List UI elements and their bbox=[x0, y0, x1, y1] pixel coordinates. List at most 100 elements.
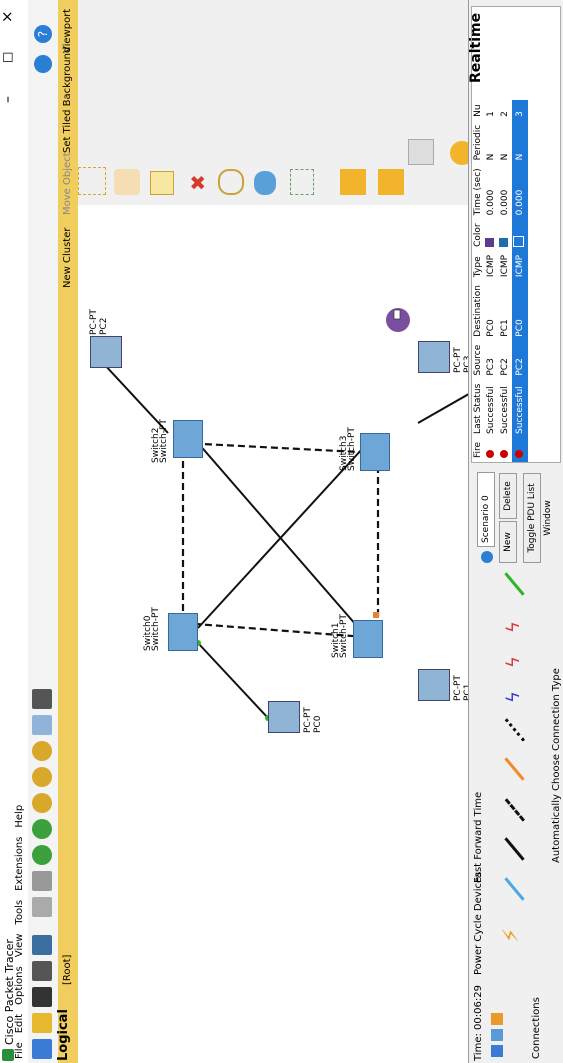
col-destination: Destination bbox=[473, 285, 483, 337]
switch0-name: Switch0 bbox=[143, 615, 153, 651]
coaxial-icon[interactable]: ϟ bbox=[503, 691, 524, 703]
table-row-selected[interactable]: Successful PC2 PC0 ICMP 0.000 N 3 bbox=[512, 100, 528, 462]
pc2-icon[interactable] bbox=[90, 336, 122, 368]
link-pc3-sw2[interactable] bbox=[417, 382, 468, 424]
open-folder-icon[interactable] bbox=[32, 1013, 52, 1033]
menu-options[interactable]: Options bbox=[14, 966, 25, 1005]
link-sw1-sw2[interactable] bbox=[197, 442, 364, 634]
switch1-type: Switch-PT bbox=[339, 614, 349, 658]
switch3-icon[interactable] bbox=[360, 433, 390, 471]
copy-icon[interactable] bbox=[32, 897, 52, 917]
fire-icon[interactable] bbox=[514, 450, 523, 458]
row-status: Successful bbox=[486, 386, 496, 434]
end-devices-icon[interactable] bbox=[491, 1029, 503, 1041]
pc0-icon[interactable] bbox=[268, 701, 300, 733]
root-label[interactable]: [Root] bbox=[62, 955, 73, 985]
viewport-button[interactable]: Viewport bbox=[62, 9, 73, 53]
octal-cable-icon[interactable] bbox=[504, 572, 525, 596]
new-file-icon[interactable] bbox=[32, 1039, 52, 1059]
set-tiled-background-button[interactable]: Set Tiled Background bbox=[62, 47, 73, 153]
menu-bar: File Edit Options View Tools Extensions Help bbox=[14, 0, 28, 1063]
new-scenario-button[interactable]: New bbox=[499, 521, 517, 563]
note-tool-icon[interactable] bbox=[150, 171, 174, 195]
row-num: 1 bbox=[486, 111, 496, 117]
switch2-icon[interactable] bbox=[173, 420, 203, 458]
switch0-type: Switch-PT bbox=[151, 607, 161, 651]
resize-shape-icon[interactable] bbox=[290, 169, 314, 195]
fire-button[interactable] bbox=[484, 438, 498, 462]
switch3-type: Switch-PT bbox=[347, 427, 357, 471]
fiber-icon[interactable] bbox=[504, 757, 525, 781]
add-simple-pdu-icon[interactable] bbox=[340, 169, 366, 195]
logical-tab[interactable]: Logical bbox=[56, 1009, 71, 1061]
pc3-icon[interactable] bbox=[418, 341, 450, 373]
scenario-info-icon[interactable] bbox=[481, 551, 493, 563]
menu-edit[interactable]: Edit bbox=[14, 1014, 25, 1033]
new-cluster-button[interactable]: New Cluster bbox=[62, 228, 73, 288]
redo-icon[interactable] bbox=[32, 819, 52, 839]
menu-extensions[interactable]: Extensions bbox=[14, 837, 25, 891]
fire-icon[interactable] bbox=[499, 450, 508, 458]
inspect-tool-icon[interactable] bbox=[218, 169, 244, 195]
pdu-table: Fire Last Status Source Destination Type… bbox=[472, 100, 528, 462]
select-tool-icon[interactable] bbox=[78, 167, 106, 195]
scenario-panel: Scenario 0 New Delete Toggle PDU List Wi… bbox=[475, 472, 555, 563]
delete-scenario-button[interactable]: Delete bbox=[499, 473, 517, 519]
help-icon[interactable]: ? bbox=[34, 25, 52, 43]
switch0-icon[interactable] bbox=[168, 613, 198, 651]
print-icon[interactable] bbox=[32, 961, 52, 981]
table-row[interactable]: Successful PC3 PC0 ICMP 0.000 N 1 bbox=[484, 100, 498, 462]
logical-workspace[interactable]: Switch-PT Switch0 Switch-PT Switch1 Swit… bbox=[78, 192, 473, 1063]
pc0-type: PC-PT bbox=[303, 707, 313, 733]
serial-dte-icon[interactable]: ϟ bbox=[503, 621, 524, 633]
fire-icon[interactable] bbox=[485, 450, 494, 458]
network-devices-icon[interactable] bbox=[491, 1045, 503, 1057]
zoom-in-icon[interactable] bbox=[32, 793, 52, 813]
table-row[interactable]: Successful PC2 PC1 ICMP 0.000 N 2 bbox=[498, 100, 512, 462]
console-cable-icon[interactable] bbox=[504, 877, 525, 901]
phone-cable-icon[interactable] bbox=[504, 716, 528, 742]
delete-tool-icon[interactable]: ✖ bbox=[186, 174, 210, 191]
switch3-name: Switch3 bbox=[339, 435, 349, 471]
scenario-select[interactable]: Scenario 0 bbox=[477, 472, 495, 547]
copper-straight-icon[interactable] bbox=[504, 837, 525, 861]
menu-tools[interactable]: Tools bbox=[14, 900, 25, 925]
fire-button[interactable] bbox=[498, 438, 512, 462]
move-object-button[interactable]: Move Object bbox=[62, 152, 73, 215]
link-pc0-sw1[interactable] bbox=[197, 642, 269, 719]
custom-device-icon[interactable] bbox=[32, 689, 52, 709]
realtime-mode-label[interactable]: Realtime bbox=[468, 13, 484, 83]
row-color bbox=[512, 219, 528, 251]
switch1-icon[interactable] bbox=[353, 620, 383, 658]
paste-icon[interactable] bbox=[32, 871, 52, 891]
zoom-reset-icon[interactable] bbox=[32, 767, 52, 787]
menu-view[interactable]: View bbox=[14, 934, 25, 958]
palette-icon[interactable] bbox=[32, 715, 52, 735]
hand-tool-icon[interactable] bbox=[114, 169, 140, 195]
color-swatch bbox=[485, 237, 494, 247]
row-source: PC2 bbox=[512, 340, 528, 380]
draw-shape-icon[interactable] bbox=[254, 171, 276, 195]
fire-button[interactable] bbox=[512, 437, 528, 462]
zoom-out-icon[interactable] bbox=[32, 741, 52, 761]
menu-file[interactable]: File bbox=[14, 1042, 25, 1059]
fast-forward-button[interactable]: Fast Forward Time bbox=[473, 792, 484, 883]
activity-wizard-icon[interactable] bbox=[32, 935, 52, 955]
row-destination: PC0 bbox=[512, 281, 528, 341]
toggle-pdu-list-button[interactable]: Toggle PDU List Window bbox=[523, 473, 553, 563]
info-icon[interactable] bbox=[34, 55, 52, 73]
topology-diagram bbox=[100, 308, 468, 721]
copper-cross-icon[interactable] bbox=[504, 796, 528, 822]
connections-category-icon[interactable] bbox=[491, 1013, 503, 1025]
serial-dce-icon[interactable]: ϟ bbox=[503, 656, 524, 668]
save-icon[interactable] bbox=[32, 987, 52, 1007]
pc1-icon[interactable] bbox=[418, 669, 450, 701]
menu-help[interactable]: Help bbox=[14, 805, 25, 828]
maximize-button[interactable]: □ bbox=[0, 52, 14, 63]
undo-icon[interactable] bbox=[32, 845, 52, 865]
realtime-clock-icon[interactable] bbox=[408, 139, 434, 165]
auto-connection-icon[interactable]: ⚡ bbox=[499, 928, 524, 943]
power-cycle-button[interactable]: Power Cycle Devices bbox=[473, 872, 484, 975]
row-type: ICMP bbox=[512, 250, 528, 282]
add-complex-pdu-icon[interactable] bbox=[378, 169, 404, 195]
